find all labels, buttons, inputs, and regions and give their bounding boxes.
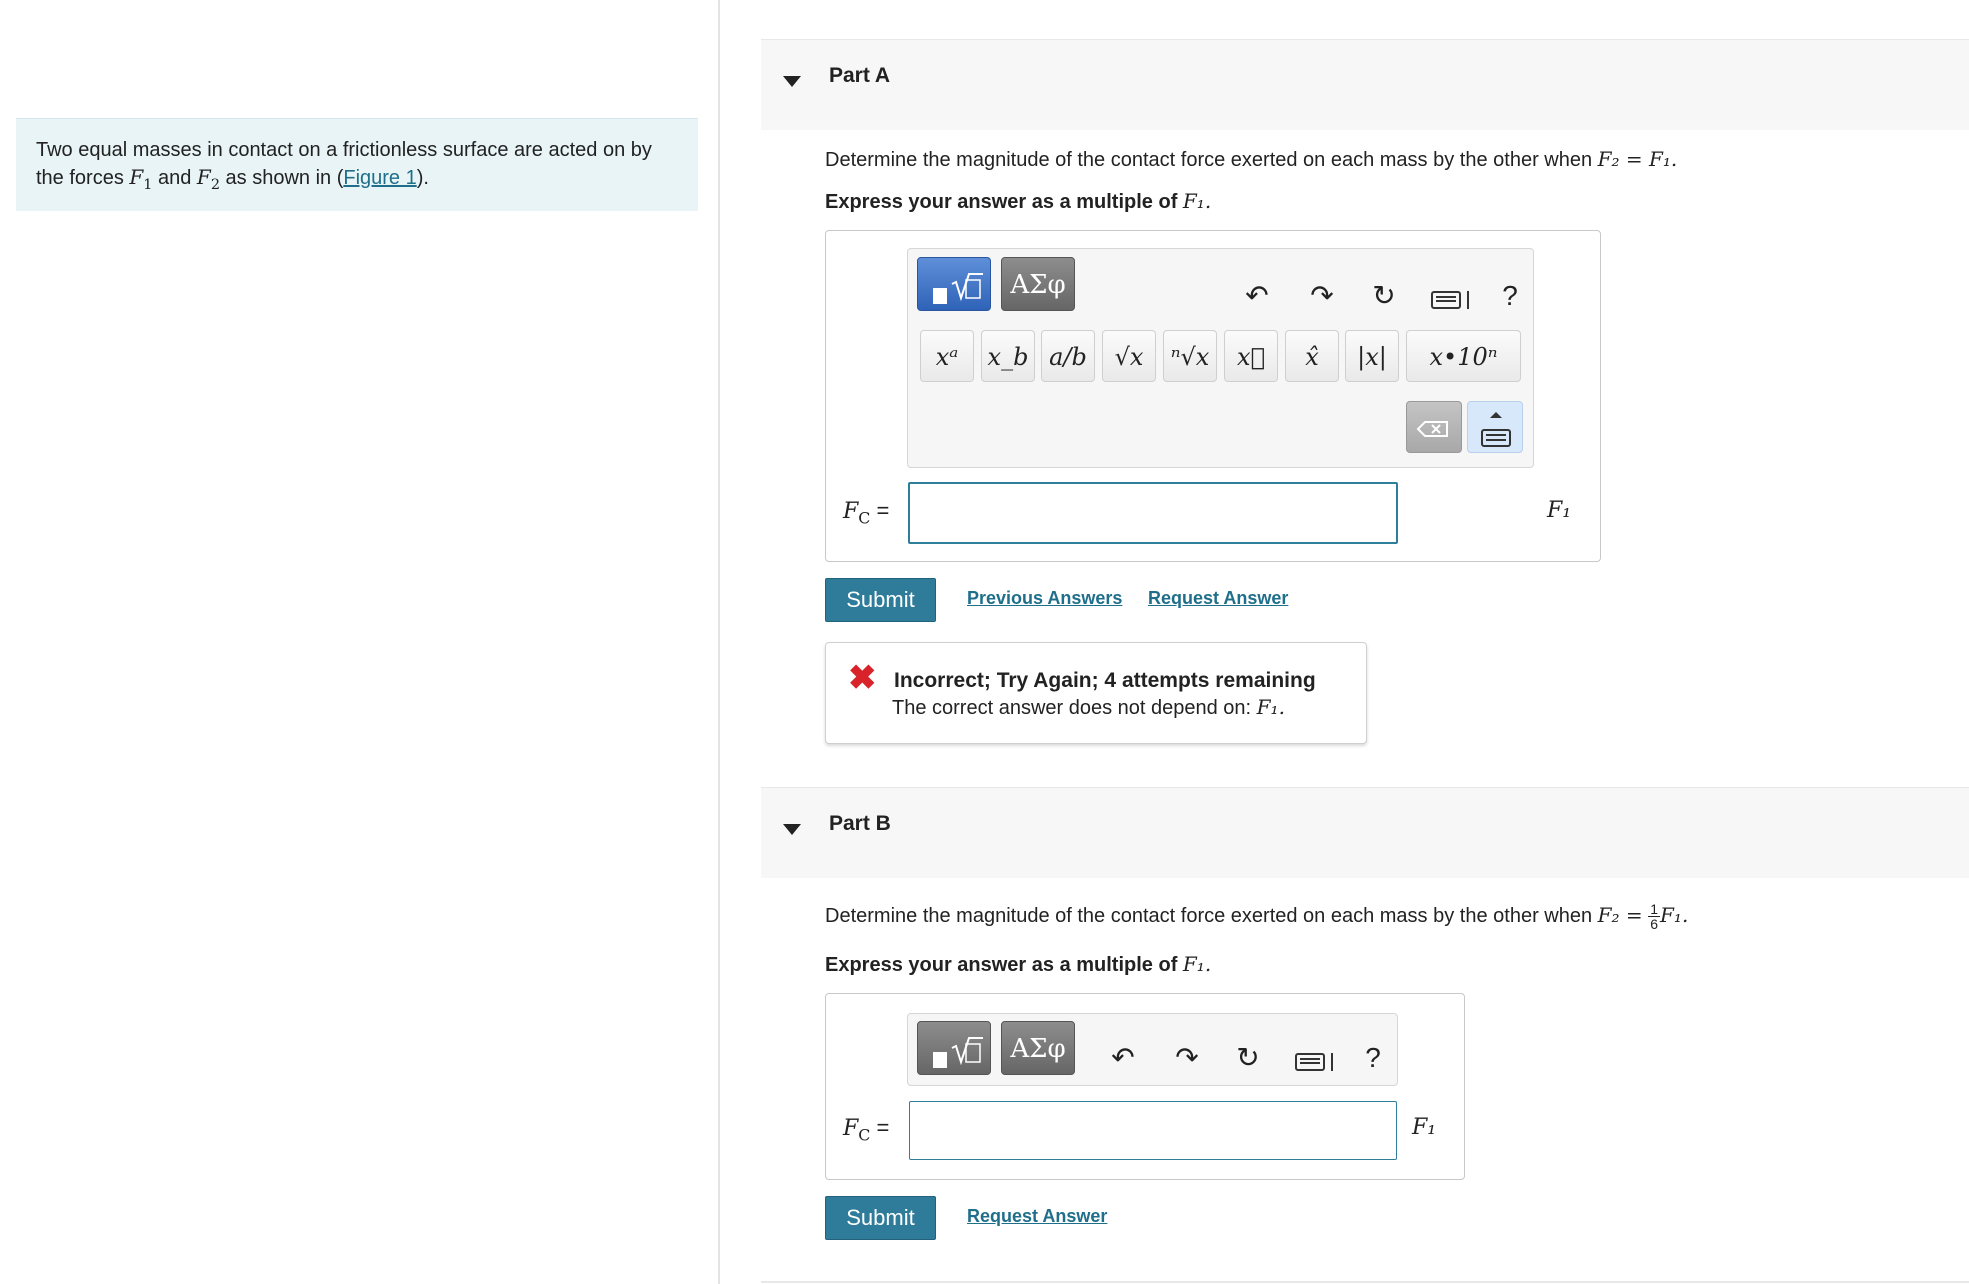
key-unit-vector[interactable]: x̂ [1285,330,1339,382]
help-button[interactable]: ? [1353,1038,1393,1078]
reset-icon[interactable]: ↻ [1228,1038,1268,1078]
part-b-unit: F₁ [1412,1115,1437,1140]
figure-link[interactable]: Figure 1 [343,167,416,189]
intro-f1: F1 [129,165,153,193]
collapse-triangle-icon[interactable] [783,76,801,87]
templates-button[interactable] [917,1021,991,1075]
key-nth-root[interactable]: ⁿ√x [1163,330,1217,382]
feedback-heading: Incorrect; Try Again; 4 attempts remaini… [894,669,1316,692]
part-b-header[interactable]: Part B [761,787,1969,878]
part-b-request-answer-link[interactable]: Request Answer [967,1206,1107,1227]
column-divider [718,0,720,1284]
part-a-fc-label: FC = [843,498,890,528]
keyboard-icon [1481,412,1511,447]
part-a-title: Part A [829,64,891,87]
part-a-answer-input[interactable] [908,482,1398,544]
keyboard-toggle-button[interactable] [1467,401,1523,453]
collapse-triangle-icon[interactable] [783,824,801,835]
section-bottom-border [761,1281,1969,1283]
part-b-fraction: 16 [1648,901,1661,932]
part-b-submit-button[interactable]: Submit [825,1196,936,1240]
templates-icon [933,1037,983,1068]
backspace-button[interactable] [1406,401,1462,453]
feedback-incorrect: ✖ Incorrect; Try Again; 4 attempts remai… [825,642,1367,744]
key-scientific-notation[interactable]: x•10ⁿ [1406,330,1521,382]
key-absolute-value[interactable]: |x| [1345,330,1399,382]
part-b-answer-input[interactable] [909,1101,1397,1160]
backspace-icon [1416,421,1448,437]
greek-symbols-button[interactable]: ΑΣφ [1001,257,1075,311]
keyboard-shortcuts-icon[interactable] [1295,1051,1335,1078]
greek-symbols-button[interactable]: ΑΣφ [1001,1021,1075,1075]
problem-intro: Two equal masses in contact on a frictio… [16,118,698,211]
templates-icon [933,273,983,304]
help-button[interactable]: ? [1490,276,1530,316]
incorrect-icon: ✖ [848,659,877,697]
key-subscript[interactable]: x_b [981,330,1035,382]
key-square-root[interactable]: √x [1102,330,1156,382]
feedback-body: The correct answer does not depend on: F… [892,695,1285,719]
part-a-request-answer-link[interactable]: Request Answer [1148,588,1288,609]
part-a-header[interactable]: Part A [761,39,1969,130]
key-fraction[interactable]: a/b [1041,330,1095,382]
key-superscript[interactable]: xᵃ [920,330,974,382]
part-a-submit-button[interactable]: Submit [825,578,936,622]
templates-button[interactable] [917,257,991,311]
undo-icon[interactable]: ↶ [1103,1038,1143,1078]
part-a-unit: F₁ [1547,498,1572,523]
part-a-instruction: Express your answer as a multiple of F₁. [825,189,1212,213]
undo-icon[interactable]: ↶ [1237,276,1277,316]
key-vector[interactable]: x⃗ [1224,330,1278,382]
redo-icon[interactable]: ↷ [1302,276,1342,316]
part-b-fc-label: FC = [843,1115,890,1145]
part-b-question: Determine the magnitude of the contact f… [825,901,1689,932]
part-b-instruction: Express your answer as a multiple of F₁. [825,952,1212,976]
part-a-question: Determine the magnitude of the contact f… [825,147,1678,171]
previous-answers-link[interactable]: Previous Answers [967,588,1122,609]
intro-f2: F2 [196,165,220,193]
redo-icon[interactable]: ↷ [1167,1038,1207,1078]
keyboard-shortcuts-icon[interactable] [1431,289,1471,316]
part-b-title: Part B [829,812,891,835]
reset-icon[interactable]: ↻ [1364,276,1404,316]
